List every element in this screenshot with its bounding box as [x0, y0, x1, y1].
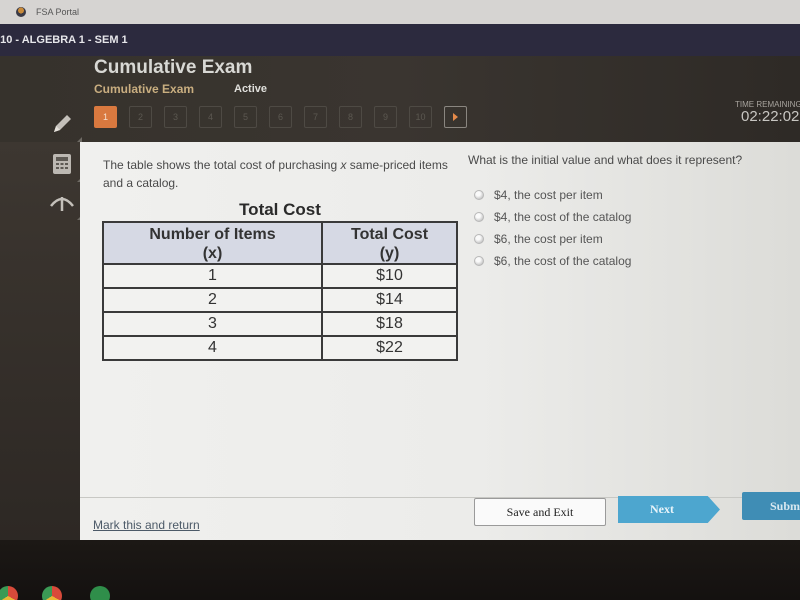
passage-text: The table shows the total cost of purcha… — [103, 156, 453, 192]
browser-tab[interactable]: FSA Portal — [0, 0, 800, 24]
header-variable: (x) — [202, 245, 223, 262]
question-text: What is the initial value and what does … — [468, 153, 743, 167]
exam-status: Active — [234, 83, 268, 95]
question-nav-4[interactable]: 4 — [199, 106, 222, 128]
pencil-icon — [54, 115, 71, 132]
timer-value: 02:22:02 — [741, 108, 800, 125]
exam-subtitle: Cumulative Exam — [94, 82, 195, 96]
radio-button[interactable] — [474, 256, 484, 266]
exam-title: Cumulative Exam — [94, 57, 253, 78]
play-arrow-icon — [453, 113, 458, 121]
table-cell: $10 — [321, 263, 458, 289]
classroom-icon[interactable] — [90, 586, 110, 600]
question-navigator: 1 2 3 4 5 6 7 8 9 10 — [94, 106, 467, 128]
table-cell: 4 — [101, 335, 324, 361]
table-header-row: Number of Items (x) Total Cost (y) — [101, 221, 458, 265]
table-cell: 1 — [101, 263, 324, 289]
table-row: 3 $18 — [101, 311, 458, 337]
header-label: Total Cost — [350, 226, 429, 243]
pencil-tool-button[interactable] — [48, 110, 82, 142]
submit-button[interactable]: Submit — [742, 492, 800, 520]
question-nav-2[interactable]: 2 — [129, 106, 152, 128]
table-row: 2 $14 — [101, 287, 458, 313]
question-nav-6[interactable]: 6 — [269, 106, 292, 128]
table-cell: $14 — [321, 287, 458, 313]
radio-button[interactable] — [474, 212, 484, 222]
browser-tab-title: FSA Portal — [36, 7, 80, 17]
fsa-portal-favicon-icon — [16, 7, 26, 17]
question-nav-3[interactable]: 3 — [164, 106, 187, 128]
reference-tool-button[interactable] — [48, 188, 82, 220]
radio-button[interactable] — [474, 234, 484, 244]
answer-options: $4, the cost per item $4, the cost of th… — [474, 184, 631, 272]
mark-and-return-link[interactable]: Mark this and return — [93, 518, 200, 532]
cost-table: Number of Items (x) Total Cost (y) 1 $10… — [101, 221, 458, 361]
question-nav-9[interactable]: 9 — [374, 106, 397, 128]
next-button[interactable]: Next — [618, 496, 720, 523]
table-header-cost: Total Cost (y) — [321, 221, 458, 265]
answer-option-2[interactable]: $4, the cost of the catalog — [474, 206, 631, 228]
table-title: Total Cost — [239, 200, 321, 219]
table-cell: 2 — [101, 287, 324, 313]
option-label: $4, the cost of the catalog — [494, 210, 632, 224]
option-label: $4, the cost per item — [494, 188, 603, 202]
question-nav-7[interactable]: 7 — [304, 106, 327, 128]
header-label: Number of Items — [149, 226, 276, 243]
answer-option-1[interactable]: $4, the cost per item — [474, 184, 631, 206]
option-label: $6, the cost of the catalog — [494, 254, 632, 268]
table-row: 1 $10 — [101, 263, 458, 289]
question-nav-1[interactable]: 1 — [94, 106, 117, 128]
table-header-items: Number of Items (x) — [101, 221, 324, 265]
save-and-exit-button[interactable]: Save and Exit — [474, 498, 606, 526]
reference-icon — [50, 197, 74, 211]
table-cell: $18 — [321, 311, 458, 337]
taskbar — [0, 540, 800, 600]
answer-option-3[interactable]: $6, the cost per item — [474, 228, 631, 250]
calculator-icon — [53, 154, 71, 174]
passage-text-part: The table shows the total cost of purcha… — [103, 158, 341, 172]
course-bar: 310 - ALGEBRA 1 - SEM 1 — [0, 24, 800, 56]
option-label: $6, the cost per item — [494, 232, 603, 246]
chrome-icon[interactable] — [42, 586, 62, 600]
question-nav-10[interactable]: 10 — [409, 106, 432, 128]
course-title: 310 - ALGEBRA 1 - SEM 1 — [0, 34, 128, 46]
calculator-tool-button[interactable] — [48, 150, 82, 182]
table-cell: 3 — [101, 311, 324, 337]
table-row: 4 $22 — [101, 335, 458, 361]
table-cell: $22 — [321, 335, 458, 361]
question-nav-5[interactable]: 5 — [234, 106, 257, 128]
question-nav-8[interactable]: 8 — [339, 106, 362, 128]
answer-option-4[interactable]: $6, the cost of the catalog — [474, 250, 631, 272]
question-nav-next-button[interactable] — [444, 106, 467, 128]
radio-button[interactable] — [474, 190, 484, 200]
header-variable: (y) — [379, 245, 400, 262]
